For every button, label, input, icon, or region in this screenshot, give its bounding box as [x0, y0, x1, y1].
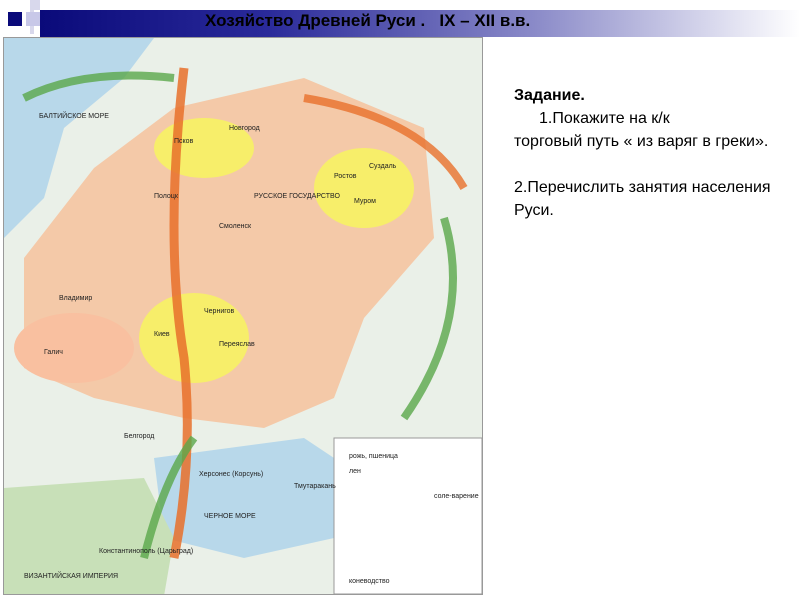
- svg-text:Тмутаракань: Тмутаракань: [294, 483, 336, 490]
- svg-text:Херсонес (Корсунь): Херсонес (Корсунь): [199, 471, 263, 478]
- kiev-region: [139, 293, 249, 383]
- decor-square: [26, 12, 40, 26]
- svg-text:Киев: Киев: [154, 331, 170, 338]
- svg-text:коневодство: коневодство: [349, 578, 390, 585]
- svg-text:рожь, пшеница: рожь, пшеница: [349, 453, 398, 460]
- slide-title: Хозяйство Древней Руси . IX – XII в.в.: [205, 11, 531, 30]
- svg-text:Муром: Муром: [354, 198, 376, 205]
- svg-text:лен: лен: [349, 468, 361, 475]
- svg-text:Суздаль: Суздаль: [369, 163, 397, 170]
- svg-text:Новгород: Новгород: [229, 125, 260, 132]
- svg-text:Галич: Галич: [44, 349, 63, 356]
- task-heading: Задание.: [514, 87, 585, 104]
- svg-text:Чернигов: Чернигов: [204, 308, 235, 315]
- svg-text:Смоленск: Смоленск: [219, 223, 252, 230]
- decor-square: [8, 12, 22, 26]
- task-item-1-cont: торговый путь « из варяг в греки».: [514, 133, 769, 150]
- map-legend: [333, 437, 482, 594]
- svg-text:РУССКОЕ ГОСУДАРСТВО: РУССКОЕ ГОСУДАРСТВО: [254, 193, 340, 200]
- svg-text:Константинополь (Царьград): Константинополь (Царьград): [99, 548, 193, 555]
- svg-text:соле-варение: соле-варение: [434, 493, 479, 500]
- task-text: Задание. 1.Покажите на к/к торговый путь…: [514, 84, 774, 222]
- svg-text:ЧЕРНОЕ МОРЕ: ЧЕРНОЕ МОРЕ: [204, 513, 256, 520]
- svg-text:Псков: Псков: [174, 138, 194, 145]
- galich-region: [14, 313, 134, 383]
- task-item-2: 2.Перечислить занятия населения Руси.: [514, 179, 771, 219]
- svg-text:Ростов: Ростов: [334, 173, 357, 180]
- svg-text:БАЛТИЙСКОЕ МОРЕ: БАЛТИЙСКОЕ МОРЕ: [39, 111, 109, 120]
- svg-text:Переяслав: Переяслав: [219, 341, 255, 348]
- decor-square: [30, 0, 40, 10]
- rostov-region: [314, 148, 414, 228]
- svg-text:ВИЗАНТИЙСКАЯ ИМПЕРИЯ: ВИЗАНТИЙСКАЯ ИМПЕРИЯ: [24, 571, 118, 580]
- svg-text:Полоцк: Полоцк: [154, 193, 179, 200]
- svg-text:Владимир: Владимир: [59, 295, 92, 302]
- svg-text:Белгород: Белгород: [124, 433, 154, 440]
- task-item-1: 1.Покажите на к/к: [539, 110, 670, 127]
- map-graphic: Новгород Псков Полоцк Смоленск Ростов Су…: [4, 38, 482, 594]
- historical-map: Новгород Псков Полоцк Смоленск Ростов Су…: [3, 37, 483, 595]
